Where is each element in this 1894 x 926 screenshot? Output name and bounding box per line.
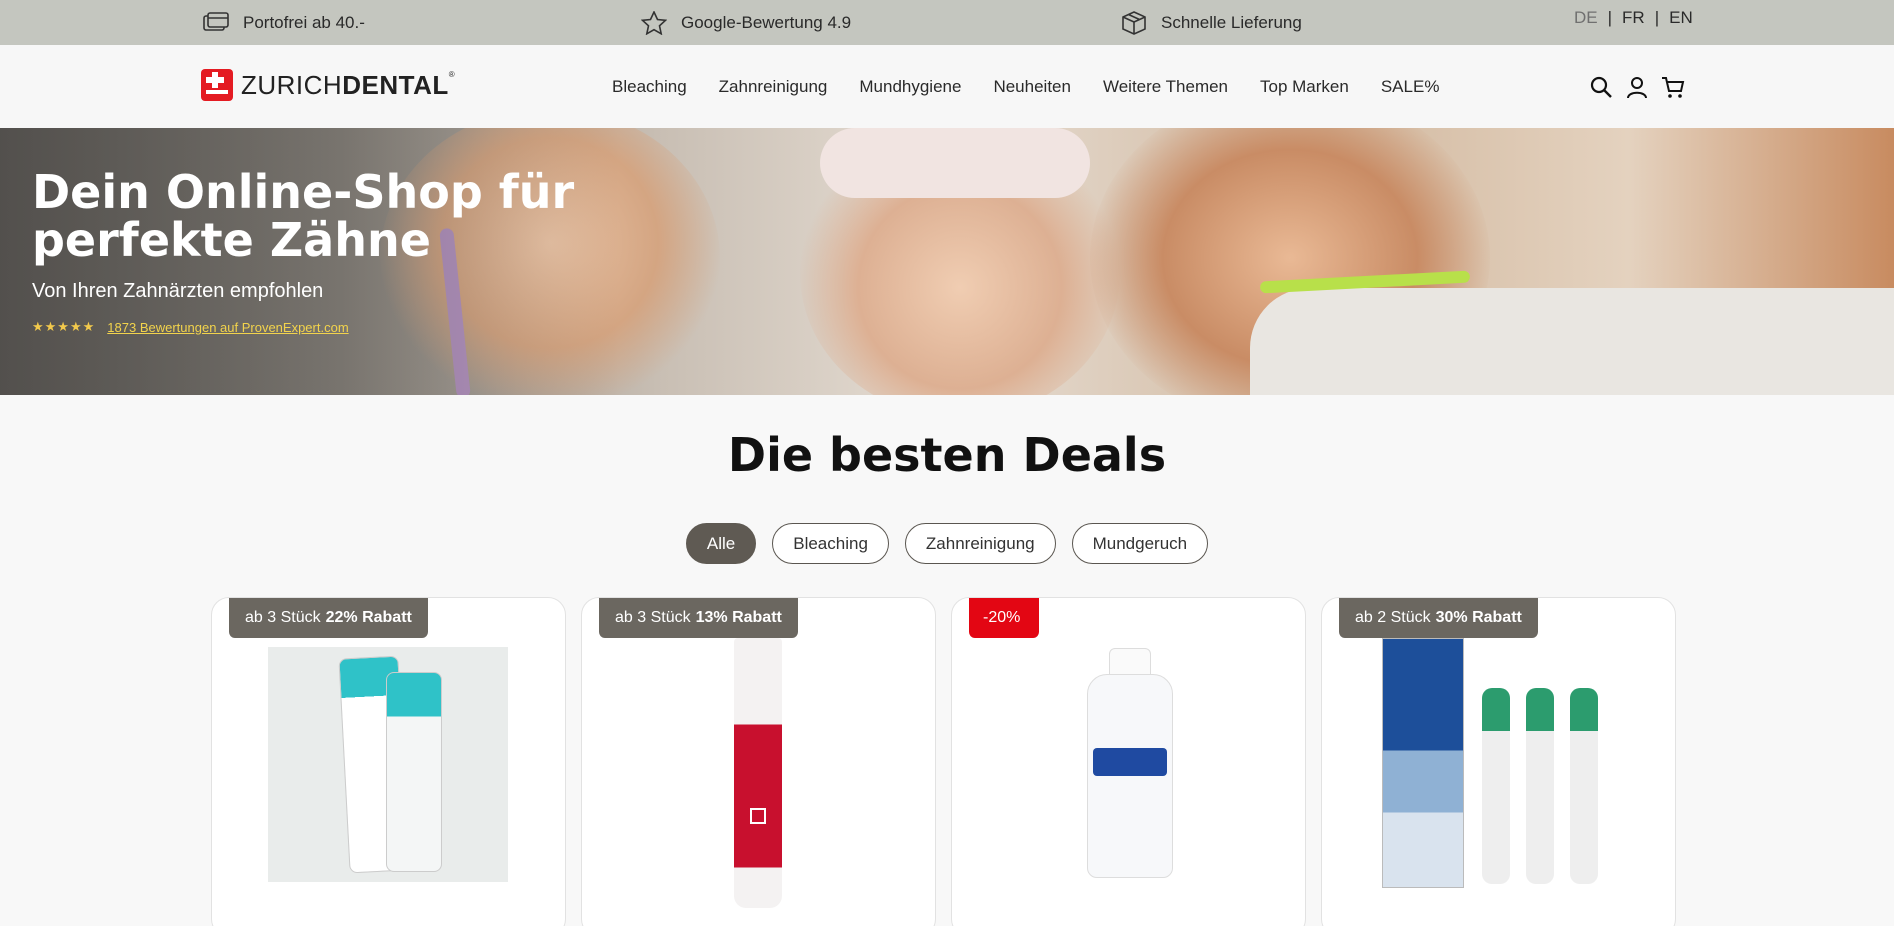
usp-label: Google-Bewertung 4.9	[681, 12, 852, 32]
nav-item-top-marken[interactable]: Top Marken	[1260, 77, 1349, 97]
usp-item-delivery: Schnelle Lieferung	[1121, 0, 1302, 45]
search-icon[interactable]	[1589, 75, 1613, 99]
hero-subtitle: Von Ihren Zahnärzten empfohlen	[32, 280, 324, 302]
deal-filters: Alle Bleaching Zahnreinigung Mundgeruch	[0, 523, 1894, 564]
site-header: ZURICHDENTAL® Bleaching Zahnreinigung Mu…	[0, 45, 1894, 128]
usp-item-rating: Google-Bewertung 4.9	[641, 0, 851, 45]
hero-rating: ★★★★★ 1873 Bewertungen auf ProvenExpert.…	[32, 319, 349, 335]
language-fr[interactable]: FR	[1622, 8, 1645, 28]
product-image[interactable]	[728, 638, 788, 908]
rating-stars-icon: ★★★★★	[32, 319, 96, 334]
star-icon	[641, 10, 667, 35]
filter-zahnreinigung[interactable]: Zahnreinigung	[904, 523, 1056, 564]
hero-image-shirt	[1250, 288, 1894, 395]
usp-label: Portofrei ab 40.-	[243, 12, 365, 32]
usp-bar: Portofrei ab 40.- Google-Bewertung 4.9 S…	[0, 0, 1894, 45]
logo-text: ZURICHDENTAL®	[241, 69, 456, 100]
language-separator: |	[1607, 8, 1613, 27]
cart-icon[interactable]	[1661, 75, 1685, 99]
usp-item-shipping: Portofrei ab 40.-	[203, 0, 365, 45]
discount-badge: ab 3 Stück 13% Rabatt	[599, 598, 798, 638]
logo-mark-icon	[201, 69, 233, 101]
product-image[interactable]	[1087, 648, 1173, 878]
nav-item-bleaching[interactable]: Bleaching	[612, 77, 687, 97]
product-card[interactable]: ab 3 Stück 22% Rabatt	[211, 597, 566, 926]
filter-alle[interactable]: Alle	[685, 523, 757, 564]
discount-badge: ab 3 Stück 22% Rabatt	[229, 598, 428, 638]
nav-item-zahnreinigung[interactable]: Zahnreinigung	[719, 77, 828, 97]
language-switcher: DE | FR | EN	[1574, 0, 1693, 36]
discount-badge: ab 2 Stück 30% Rabatt	[1339, 598, 1538, 638]
nav-item-neuheiten[interactable]: Neuheiten	[993, 77, 1071, 97]
package-box-icon	[1122, 10, 1146, 35]
hero-image-sleep-mask	[820, 128, 1090, 198]
product-image[interactable]	[268, 647, 508, 882]
product-card[interactable]: ab 2 Stück 30% Rabatt	[1321, 597, 1676, 926]
user-icon[interactable]	[1625, 75, 1649, 99]
language-separator: |	[1654, 8, 1660, 27]
deals-title: Die besten Deals	[727, 428, 1167, 482]
product-card[interactable]: -20%	[951, 597, 1306, 926]
nav-item-sale[interactable]: SALE%	[1381, 77, 1440, 97]
hero-banner: Dein Online-Shop für perfekte Zähne Von …	[0, 128, 1894, 395]
filter-bleaching[interactable]: Bleaching	[772, 523, 889, 564]
header-actions	[1589, 75, 1697, 99]
shipping-card-icon	[203, 11, 229, 31]
discount-badge: -20%	[969, 598, 1040, 638]
product-card[interactable]: ab 3 Stück 13% Rabatt	[581, 597, 936, 926]
nav-item-mundhygiene[interactable]: Mundhygiene	[859, 77, 961, 97]
main-nav: Bleaching Zahnreinigung Mundhygiene Neuh…	[612, 45, 1471, 128]
nav-item-weitere-themen[interactable]: Weitere Themen	[1103, 77, 1228, 97]
language-en[interactable]: EN	[1669, 8, 1693, 28]
language-de[interactable]: DE	[1574, 8, 1598, 28]
product-image[interactable]	[1382, 638, 1622, 888]
filter-mundgeruch[interactable]: Mundgeruch	[1071, 523, 1209, 564]
hero-title: Dein Online-Shop für perfekte Zähne	[32, 165, 575, 267]
site-logo[interactable]: ZURICHDENTAL®	[201, 69, 455, 101]
usp-label: Schnelle Lieferung	[1161, 12, 1302, 32]
rating-link[interactable]: 1873 Bewertungen auf ProvenExpert.com	[107, 320, 348, 335]
